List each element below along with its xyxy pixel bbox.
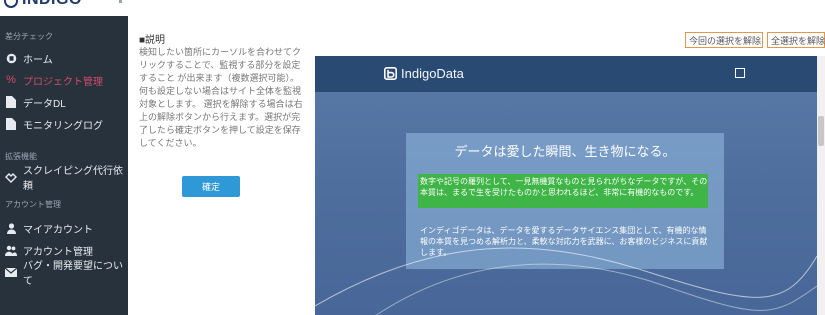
decorative-waves xyxy=(315,247,817,315)
sidebar-item-label: プロジェクト管理 xyxy=(23,76,103,88)
description-text: 検知したい箇所にカーソルを合わせてクリックすることで、監視する部分を設定すること… xyxy=(139,47,303,148)
confirm-button[interactable]: 確定 xyxy=(182,176,240,197)
clear-all-selection-button[interactable]: 全選択を解除 xyxy=(767,32,825,48)
divider xyxy=(119,0,122,3)
sidebar-section-title: 差分チェック xyxy=(5,32,53,41)
site-preview[interactable]: IndigoData データは愛した瞬間、生き物になる。 数字や記号の羅列として… xyxy=(315,56,817,315)
sidebar-item-label: スクレイピング代行依頼 xyxy=(23,166,123,192)
preview-scrollbar[interactable] xyxy=(817,56,825,315)
sidebar: 差分チェック ホーム % プロジェクト管理 データDL モニタリングログ 拡張機… xyxy=(0,16,128,315)
sidebar-item-data-dl[interactable]: データDL xyxy=(5,95,66,110)
sidebar-item-label: マイアカウント xyxy=(23,224,93,236)
hero-title: データは愛した瞬間、生き物になる。 xyxy=(454,144,676,159)
app-logo: INDIGO xyxy=(22,0,82,9)
handshake-icon xyxy=(5,171,17,183)
logo-icon xyxy=(4,0,18,8)
file-icon xyxy=(5,96,17,108)
sidebar-item-label: バグ・開発要望について xyxy=(23,261,123,287)
scrollbar-thumb[interactable] xyxy=(818,116,824,146)
description-title: ■説明 xyxy=(139,35,166,46)
log-icon xyxy=(5,118,17,130)
sidebar-item-label: アカウント管理 xyxy=(23,246,93,258)
home-icon xyxy=(5,52,17,64)
sidebar-section-title: 拡張機能 xyxy=(5,152,37,161)
sidebar-item-label: ホーム xyxy=(23,54,53,66)
user-icon xyxy=(5,222,17,234)
project-icon: % xyxy=(6,74,16,86)
clear-last-selection-button[interactable]: 今回の選択を解除 xyxy=(685,32,763,48)
sidebar-item-monitoring-log[interactable]: モニタリングログ xyxy=(5,117,103,132)
sidebar-item-account-management[interactable]: アカウント管理 xyxy=(5,243,93,258)
sidebar-item-label: データDL xyxy=(23,98,66,110)
hero-paragraph[interactable]: 数字や記号の羅列として、一見無機質なものと見られがちなデータですが、その本質は、… xyxy=(420,176,712,198)
sidebar-item-home[interactable]: ホーム xyxy=(5,51,53,66)
sidebar-item-project[interactable]: % プロジェクト管理 xyxy=(5,73,103,88)
users-icon xyxy=(5,244,17,256)
sidebar-item-label: モニタリングログ xyxy=(23,120,103,132)
brand-logo-icon xyxy=(384,67,397,80)
sidebar-item-scraping-request[interactable]: スクレイピング代行依頼 xyxy=(5,166,128,192)
top-bar: INDIGO xyxy=(0,0,825,16)
menu-square-icon[interactable] xyxy=(735,68,745,78)
preview-brand-name: IndigoData xyxy=(401,66,464,81)
preview-header[interactable]: IndigoData xyxy=(315,56,817,92)
sidebar-item-bug-report[interactable]: バグ・開発要望について xyxy=(5,261,128,287)
sidebar-section-title: アカウント管理 xyxy=(5,200,61,209)
mail-icon xyxy=(5,266,17,278)
sidebar-item-my-account[interactable]: マイアカウント xyxy=(5,221,93,236)
